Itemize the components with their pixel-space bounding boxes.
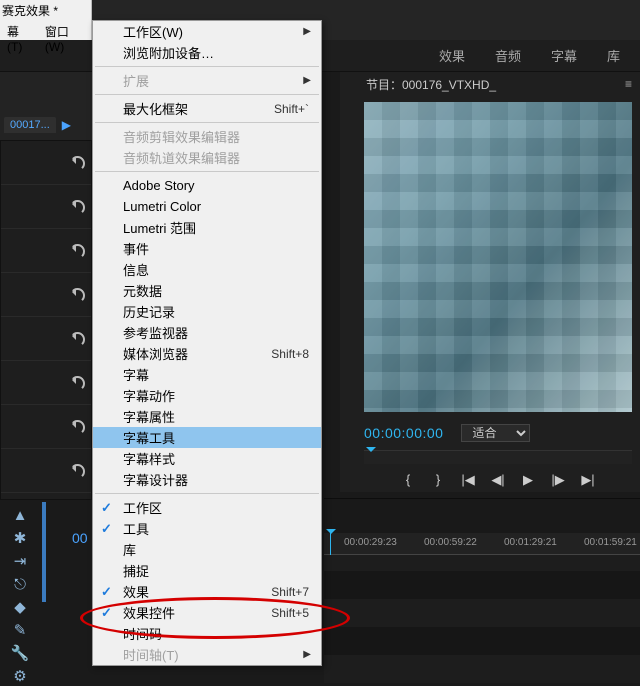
ruler-tick: 00:00:29:23	[344, 537, 397, 548]
tab-file[interactable]: 00017...	[4, 117, 56, 133]
menu-events[interactable]: 事件	[93, 238, 321, 259]
menu-lumetri-scopes[interactable]: Lumetri 范围	[93, 217, 321, 238]
menu-audio-clip-fx: 音频剪辑效果编辑器	[93, 126, 321, 147]
selection-tool-icon[interactable]: ▲	[10, 505, 30, 525]
undo-icon	[70, 332, 85, 346]
chevron-right-icon: ▶	[303, 649, 311, 660]
menu-window[interactable]: 窗口(W)	[40, 21, 91, 56]
check-icon: ✓	[101, 500, 112, 516]
tools-panel: 00 ▲ ✱ ⇥ ⎋ ◆ ✎ 🔧 ⚙	[0, 500, 92, 683]
undo-icon	[70, 376, 85, 390]
panel-menu-icon[interactable]: ≡	[625, 77, 632, 91]
ws-tab-library[interactable]: 库	[607, 46, 620, 65]
mark-in-icon[interactable]: {	[400, 472, 416, 488]
menubar: 赛克效果 * 幕(T) 窗口(W)	[0, 0, 92, 40]
menu-titler-tools[interactable]: 字幕工具	[93, 427, 321, 448]
history-list	[0, 140, 92, 500]
timeline-panel: 00:00:29:23 00:00:59:22 00:01:29:21 00:0…	[324, 498, 640, 683]
menu-workarea[interactable]: ✓工作区	[93, 497, 321, 518]
menu-timeline[interactable]: 时间轴(T)▶	[93, 644, 321, 665]
program-monitor-view	[364, 102, 632, 412]
program-monitor-tab[interactable]: 节目：000176_VTXHD_	[366, 76, 496, 93]
menu-caption-actions[interactable]: 字幕动作	[93, 385, 321, 406]
program-monitor-panel: 节目：000176_VTXHD_ ≡ 00:00:00:00 适合 { } |◀…	[340, 72, 640, 492]
zoom-fit-select[interactable]: 适合	[461, 424, 530, 442]
menu-audio-track-fx: 音频轨道效果编辑器	[93, 147, 321, 168]
menu-titler-styles[interactable]: 字幕样式	[93, 448, 321, 469]
undo-icon	[70, 244, 85, 258]
settings-tool-icon[interactable]: ⚙	[10, 666, 30, 686]
program-scrubber[interactable]	[364, 450, 632, 464]
menu-media-browser[interactable]: 媒体浏览器Shift+8	[93, 343, 321, 364]
menu-ref-monitor[interactable]: 参考监视器	[93, 322, 321, 343]
menu-extensions: 扩展▶	[93, 70, 321, 91]
menu-library[interactable]: 库	[93, 539, 321, 560]
menu-effect-controls[interactable]: ✓效果控件Shift+5	[93, 602, 321, 623]
menu-titler-designer[interactable]: 字幕设计器	[93, 469, 321, 490]
menu-effects[interactable]: ✓效果Shift+7	[93, 581, 321, 602]
menu-tools[interactable]: ✓工具	[93, 518, 321, 539]
mosaic-preview	[364, 102, 632, 412]
ws-tab-audio[interactable]: 音频	[495, 46, 521, 65]
pen-tool-icon[interactable]: ✎	[10, 620, 30, 640]
menu-metadata[interactable]: 元数据	[93, 280, 321, 301]
sequence-tab[interactable]: 00	[72, 530, 88, 546]
undo-icon	[70, 200, 85, 214]
menu-history[interactable]: 历史记录	[93, 301, 321, 322]
window-menu-dropdown: 工作区(W)▶ 浏览附加设备… 扩展▶ 最大化框架Shift+` 音频剪辑效果编…	[92, 20, 322, 666]
play-icon[interactable]: ▶	[520, 472, 536, 488]
link-tool-icon[interactable]: ⎋	[10, 574, 30, 594]
check-icon: ✓	[101, 521, 112, 537]
check-icon: ✓	[101, 605, 112, 621]
timeline-ruler[interactable]: 00:00:29:23 00:00:59:22 00:01:29:21 00:0…	[324, 533, 640, 555]
wrench-tool-icon[interactable]: 🔧	[10, 643, 30, 663]
step-back-icon[interactable]: |◀	[460, 472, 476, 488]
chevron-right-icon: ▶	[303, 26, 311, 37]
menu-lumetri-color[interactable]: Lumetri Color	[93, 196, 321, 217]
program-timecode[interactable]: 00:00:00:00	[364, 425, 443, 441]
undo-icon	[70, 464, 85, 478]
marker-tool-icon[interactable]: ◆	[10, 597, 30, 617]
menu-browse-addons[interactable]: 浏览附加设备…	[93, 42, 321, 63]
ruler-tick: 00:01:29:21	[504, 537, 557, 548]
snowflake-tool-icon[interactable]: ✱	[10, 528, 30, 548]
next-frame-icon[interactable]: |▶	[550, 472, 566, 488]
menu-titler-props[interactable]: 字幕属性	[93, 406, 321, 427]
ws-tab-effects[interactable]: 效果	[439, 46, 465, 65]
chevron-right-icon: ▶	[303, 75, 311, 86]
check-icon: ✓	[101, 584, 112, 600]
mark-out-icon[interactable]: }	[430, 472, 446, 488]
ruler-tick: 00:01:59:21	[584, 537, 637, 548]
prev-frame-icon[interactable]: ◀|	[490, 472, 506, 488]
undo-icon	[70, 156, 85, 170]
menu-adobe-story[interactable]: Adobe Story	[93, 175, 321, 196]
ws-tab-captions[interactable]: 字幕	[551, 46, 577, 65]
active-indicator	[42, 502, 46, 602]
step-fwd-icon[interactable]: ▶|	[580, 472, 596, 488]
menu-timecode[interactable]: 时间码	[93, 623, 321, 644]
undo-icon	[70, 288, 85, 302]
play-icon[interactable]: ▶	[62, 118, 71, 132]
ripple-tool-icon[interactable]: ⇥	[10, 551, 30, 571]
menu-captions[interactable]: 字幕	[93, 364, 321, 385]
menu-capture[interactable]: 捕捉	[93, 560, 321, 581]
menu-maximize-frame[interactable]: 最大化框架Shift+`	[93, 98, 321, 119]
ruler-tick: 00:00:59:22	[424, 537, 477, 548]
menu-titles[interactable]: 幕(T)	[2, 21, 38, 56]
document-title: 赛克效果 *	[0, 0, 91, 19]
timeline-tracks[interactable]	[324, 555, 640, 683]
undo-icon	[70, 420, 85, 434]
menu-workspace[interactable]: 工作区(W)▶	[93, 21, 321, 42]
menu-info[interactable]: 信息	[93, 259, 321, 280]
transport-controls: { } |◀ ◀| ▶ |▶ ▶|	[364, 472, 632, 488]
